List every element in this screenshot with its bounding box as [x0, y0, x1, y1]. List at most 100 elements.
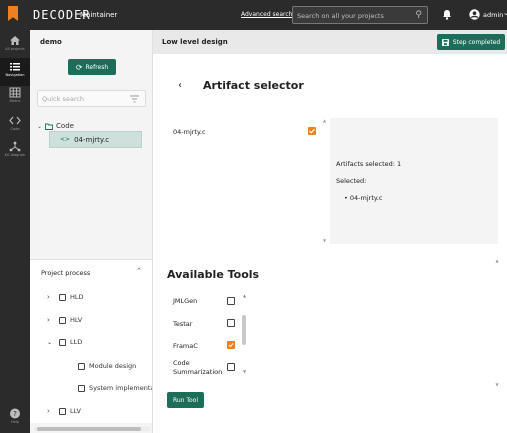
- chevron-down-icon[interactable]: ⌄: [503, 9, 507, 17]
- run-tool-button[interactable]: Run Tool: [167, 392, 204, 408]
- save-icon: [441, 38, 449, 46]
- scroll-up-icon[interactable]: ▲: [242, 293, 247, 298]
- user-name[interactable]: admin: [483, 11, 503, 19]
- rail-label: Navigation: [5, 73, 25, 77]
- scroll-up-icon[interactable]: ▲: [322, 118, 327, 123]
- chevron-right-icon[interactable]: ›: [47, 407, 55, 415]
- selected-label: Selected:: [336, 177, 367, 185]
- refresh-label: Refresh: [85, 63, 109, 71]
- process-item-llv[interactable]: › LLV: [47, 407, 81, 415]
- selected-artifact-item: • 04-mjrty.c: [344, 194, 382, 202]
- main-scrollbar[interactable]: ▲ ▼: [494, 258, 500, 388]
- rail-label: Matrix: [9, 99, 21, 103]
- process-item-label: HLV: [70, 316, 83, 324]
- step-completed-label: Step completed: [452, 38, 501, 46]
- project-process-title: Project process: [41, 269, 91, 277]
- chevron-down-icon[interactable]: ⌄: [47, 339, 55, 346]
- advanced-search-link[interactable]: Advanced search: [241, 11, 292, 18]
- process-item-module-design[interactable]: Module design: [78, 362, 136, 370]
- rail-item-matrix[interactable]: Matrix: [0, 84, 30, 112]
- chevron-up-icon[interactable]: ⌃: [136, 267, 142, 275]
- artifacts-selected-count: Artifacts selected: 1: [336, 160, 402, 168]
- rail-label: All projects: [5, 47, 25, 51]
- home-icon: [10, 36, 20, 45]
- scrollbar-thumb[interactable]: [37, 427, 141, 431]
- scroll-down-icon[interactable]: ▼: [242, 369, 247, 374]
- process-item-label: HLD: [70, 293, 84, 301]
- bell-icon[interactable]: [442, 9, 452, 20]
- tree-file-item[interactable]: <> 04-mjrty.c: [49, 131, 142, 148]
- process-checkbox[interactable]: [78, 362, 85, 370]
- rail-item-help[interactable]: ? Help: [0, 405, 30, 433]
- grid-icon: [9, 87, 21, 98]
- process-item-system-implementation[interactable]: System implementat: [78, 384, 152, 392]
- checkmark-icon: [309, 128, 315, 134]
- global-search-box[interactable]: ⚲: [292, 6, 428, 24]
- logo-flag-icon[interactable]: [8, 6, 18, 21]
- filter-icon[interactable]: [130, 95, 139, 103]
- process-item-hld[interactable]: › HLD: [47, 293, 84, 301]
- refresh-icon: ⟳: [75, 62, 83, 72]
- scroll-up-icon[interactable]: ▲: [494, 258, 500, 263]
- chevron-right-icon[interactable]: ›: [47, 293, 55, 301]
- process-checkbox[interactable]: [59, 338, 66, 346]
- tree-root-label: Code: [56, 122, 74, 130]
- chevron-down-icon[interactable]: ⌄: [37, 123, 42, 130]
- process-checkbox[interactable]: [59, 407, 66, 415]
- process-item-lld[interactable]: ⌄ LLD: [47, 338, 82, 346]
- help-icon: ?: [10, 408, 20, 419]
- search-icon[interactable]: ⚲: [415, 10, 422, 20]
- tool-label: FramaC: [173, 342, 198, 350]
- process-item-hlv[interactable]: › HLV: [47, 316, 82, 324]
- rail-item-navigation[interactable]: Navigation: [0, 58, 30, 86]
- tool-checkbox-code-summarization[interactable]: [227, 363, 235, 371]
- process-checkbox[interactable]: [59, 293, 66, 301]
- artifact-list-scrollbar[interactable]: ▲ ▼: [322, 118, 327, 244]
- available-tools-title: Available Tools: [167, 268, 260, 281]
- tool-checkbox-jmlgen[interactable]: [227, 297, 235, 305]
- tools-scrollbar[interactable]: ▲ ▼: [242, 293, 247, 375]
- role-label: Maintainer: [80, 11, 118, 19]
- scroll-down-icon[interactable]: ▼: [494, 382, 500, 387]
- top-bar: DECODER Maintainer Advanced search ⚲ adm…: [0, 0, 507, 30]
- global-search-input[interactable]: [297, 9, 405, 22]
- rail-item-kg-diagram[interactable]: KG diagram: [0, 138, 30, 166]
- rail-item-all-projects[interactable]: All projects: [0, 32, 30, 60]
- rail-item-code[interactable]: Code: [0, 112, 30, 140]
- tool-checkbox-testar[interactable]: [227, 319, 235, 327]
- project-panel: demo ⟳ Refresh ⌄ Code <> 04-mjrty.c Proj…: [30, 30, 153, 433]
- process-item-label: LLD: [70, 338, 83, 346]
- rail-label: Code: [10, 127, 20, 131]
- user-avatar-icon[interactable]: [469, 9, 480, 20]
- tool-checkbox-framac[interactable]: [227, 341, 235, 349]
- rail-label: KG diagram: [4, 153, 26, 157]
- project-process-header[interactable]: Project process ⌃: [30, 259, 152, 283]
- code-icon: [9, 116, 21, 125]
- project-process-list: › HLD › HLV ⌄ LLD Module design System i…: [30, 283, 152, 423]
- tool-label: Testar: [173, 320, 193, 328]
- process-checkbox[interactable]: [59, 316, 66, 324]
- step-completed-button[interactable]: Step completed: [437, 34, 505, 50]
- tree-root-code[interactable]: ⌄ Code: [37, 122, 74, 130]
- tool-label: Code Summarization: [173, 359, 223, 376]
- phase-title: Low level design: [162, 38, 228, 46]
- horizontal-scrollbar[interactable]: [34, 427, 150, 431]
- left-rail: All projects Navigation Matrix Code KG d…: [0, 30, 30, 433]
- artifact-checkbox[interactable]: [308, 127, 316, 135]
- rail-label: Help: [11, 420, 19, 424]
- process-checkbox[interactable]: [78, 384, 85, 392]
- artifact-item-label[interactable]: 04-mjrty.c: [173, 128, 206, 136]
- chevron-right-icon[interactable]: ›: [47, 316, 55, 324]
- quick-search-input[interactable]: [42, 94, 122, 104]
- scrollbar-thumb[interactable]: [242, 315, 246, 345]
- svg-text:?: ?: [13, 410, 17, 418]
- selected-artifact-label: 04-mjrty.c: [349, 194, 383, 202]
- process-item-label: LLV: [70, 407, 81, 415]
- quick-search-box[interactable]: [37, 90, 146, 107]
- back-arrow-icon[interactable]: ‹: [178, 80, 182, 91]
- tool-label: JMLGen: [173, 297, 198, 305]
- project-name: demo: [40, 38, 62, 46]
- scroll-down-icon[interactable]: ▼: [322, 238, 327, 243]
- refresh-button[interactable]: ⟳ Refresh: [68, 59, 116, 75]
- list-icon: [10, 63, 20, 71]
